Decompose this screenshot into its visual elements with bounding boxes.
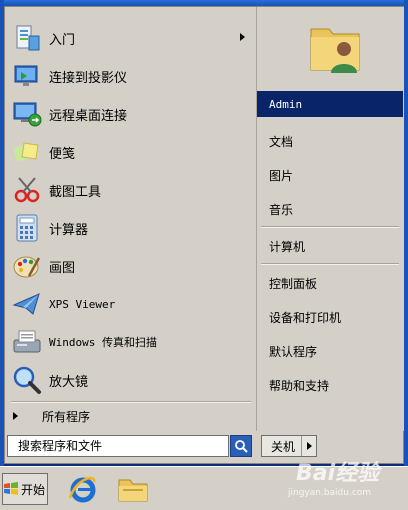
- program-item-fax-scan[interactable]: Windows 传真和扫描: [5, 323, 255, 361]
- user-link[interactable]: Admin: [257, 91, 403, 117]
- watermark-url: jingyan.baidu.com: [288, 488, 372, 498]
- devices-printers-link[interactable]: 设备和打印机: [257, 304, 403, 330]
- program-item-magnifier[interactable]: 放大镜: [5, 361, 255, 399]
- pictures-label: 图片: [269, 168, 294, 183]
- program-label: 截图工具: [49, 184, 102, 200]
- devices-label: 设备和打印机: [269, 310, 342, 325]
- xps-viewer-icon: [12, 293, 40, 315]
- sticky-notes-icon: [13, 142, 39, 162]
- start-label: 开始: [21, 482, 46, 497]
- computer-link[interactable]: 计算机: [257, 233, 403, 259]
- program-item-projector[interactable]: 连接到投影仪: [5, 57, 255, 95]
- control-panel-link[interactable]: 控制面板: [257, 270, 403, 296]
- snipping-tool-icon: [14, 177, 40, 203]
- search-box: [7, 435, 229, 457]
- program-item-remote-desktop[interactable]: 远程桌面连接: [5, 95, 255, 133]
- all-programs-button[interactable]: 所有程序: [5, 405, 255, 427]
- pictures-link[interactable]: 图片: [257, 162, 403, 188]
- search-input[interactable]: [18, 439, 218, 453]
- calculator-icon: [16, 214, 38, 242]
- divider: [11, 401, 251, 403]
- program-label: XPS Viewer: [49, 297, 116, 311]
- explorer-folder-icon[interactable]: [116, 472, 150, 506]
- submenu-arrow-icon: [240, 33, 245, 41]
- program-item-paint[interactable]: 画图: [5, 247, 255, 285]
- documents-label: 文档: [269, 134, 294, 149]
- shutdown-options-button[interactable]: [301, 436, 316, 456]
- program-label: 连接到投影仪: [49, 70, 128, 86]
- default-programs-link[interactable]: 默认程序: [257, 338, 403, 364]
- program-label: 画图: [49, 260, 76, 276]
- program-item-snipping-tool[interactable]: 截图工具: [5, 171, 255, 209]
- music-link[interactable]: 音乐: [257, 196, 403, 222]
- program-label: 计算器: [49, 222, 89, 238]
- divider: [261, 226, 399, 228]
- help-support-link[interactable]: 帮助和支持: [257, 372, 403, 398]
- control-panel-label: 控制面板: [269, 276, 318, 291]
- computer-label: 计算机: [269, 239, 306, 254]
- remote-desktop-icon: [13, 102, 42, 127]
- program-item-xps-viewer[interactable]: XPS Viewer: [5, 285, 255, 323]
- divider: [261, 263, 399, 265]
- projector-icon: [14, 65, 38, 86]
- user-folder-icon[interactable]: [307, 17, 365, 77]
- chevron-right-icon: [306, 442, 312, 450]
- paint-icon: [13, 256, 41, 278]
- program-label: 放大镜: [49, 374, 89, 390]
- fax-scan-icon: [13, 330, 41, 353]
- desktop-edge-right: [404, 0, 408, 466]
- default-programs-label: 默认程序: [269, 344, 318, 359]
- shutdown-label: 关机: [271, 439, 296, 454]
- shutdown-button[interactable]: 关机: [261, 435, 317, 457]
- program-label: 入门: [49, 32, 76, 48]
- watermark-logo: Bai经验: [296, 461, 380, 486]
- music-label: 音乐: [269, 202, 294, 217]
- magnifier-icon: [13, 366, 41, 394]
- search-button[interactable]: [230, 435, 252, 457]
- program-label: 远程桌面连接: [49, 108, 128, 124]
- start-menu: 入门 连接到投影仪 远程桌面连接 便笺 截图工具 计算器 画图 XPS View…: [4, 6, 404, 464]
- user-label: Admin: [269, 97, 303, 111]
- all-programs-label: 所有程序: [42, 409, 91, 424]
- program-item-sticky-notes[interactable]: 便笺: [5, 133, 255, 171]
- documents-link[interactable]: 文档: [257, 128, 403, 154]
- getting-started-icon: [16, 25, 40, 51]
- search-icon: [235, 440, 248, 453]
- help-label: 帮助和支持: [269, 378, 330, 393]
- program-label: Windows 传真和扫描: [49, 336, 157, 349]
- program-item-calculator[interactable]: 计算器: [5, 209, 255, 247]
- program-item-getting-started[interactable]: 入门: [5, 19, 255, 57]
- start-button[interactable]: 开始: [2, 473, 48, 505]
- program-label: 便笺: [49, 146, 76, 162]
- internet-explorer-icon[interactable]: [66, 472, 100, 506]
- expand-arrow-icon: [13, 412, 18, 420]
- windows-logo-icon: [4, 482, 18, 495]
- programs-pane: 入门 连接到投影仪 远程桌面连接 便笺 截图工具 计算器 画图 XPS View…: [5, 7, 255, 403]
